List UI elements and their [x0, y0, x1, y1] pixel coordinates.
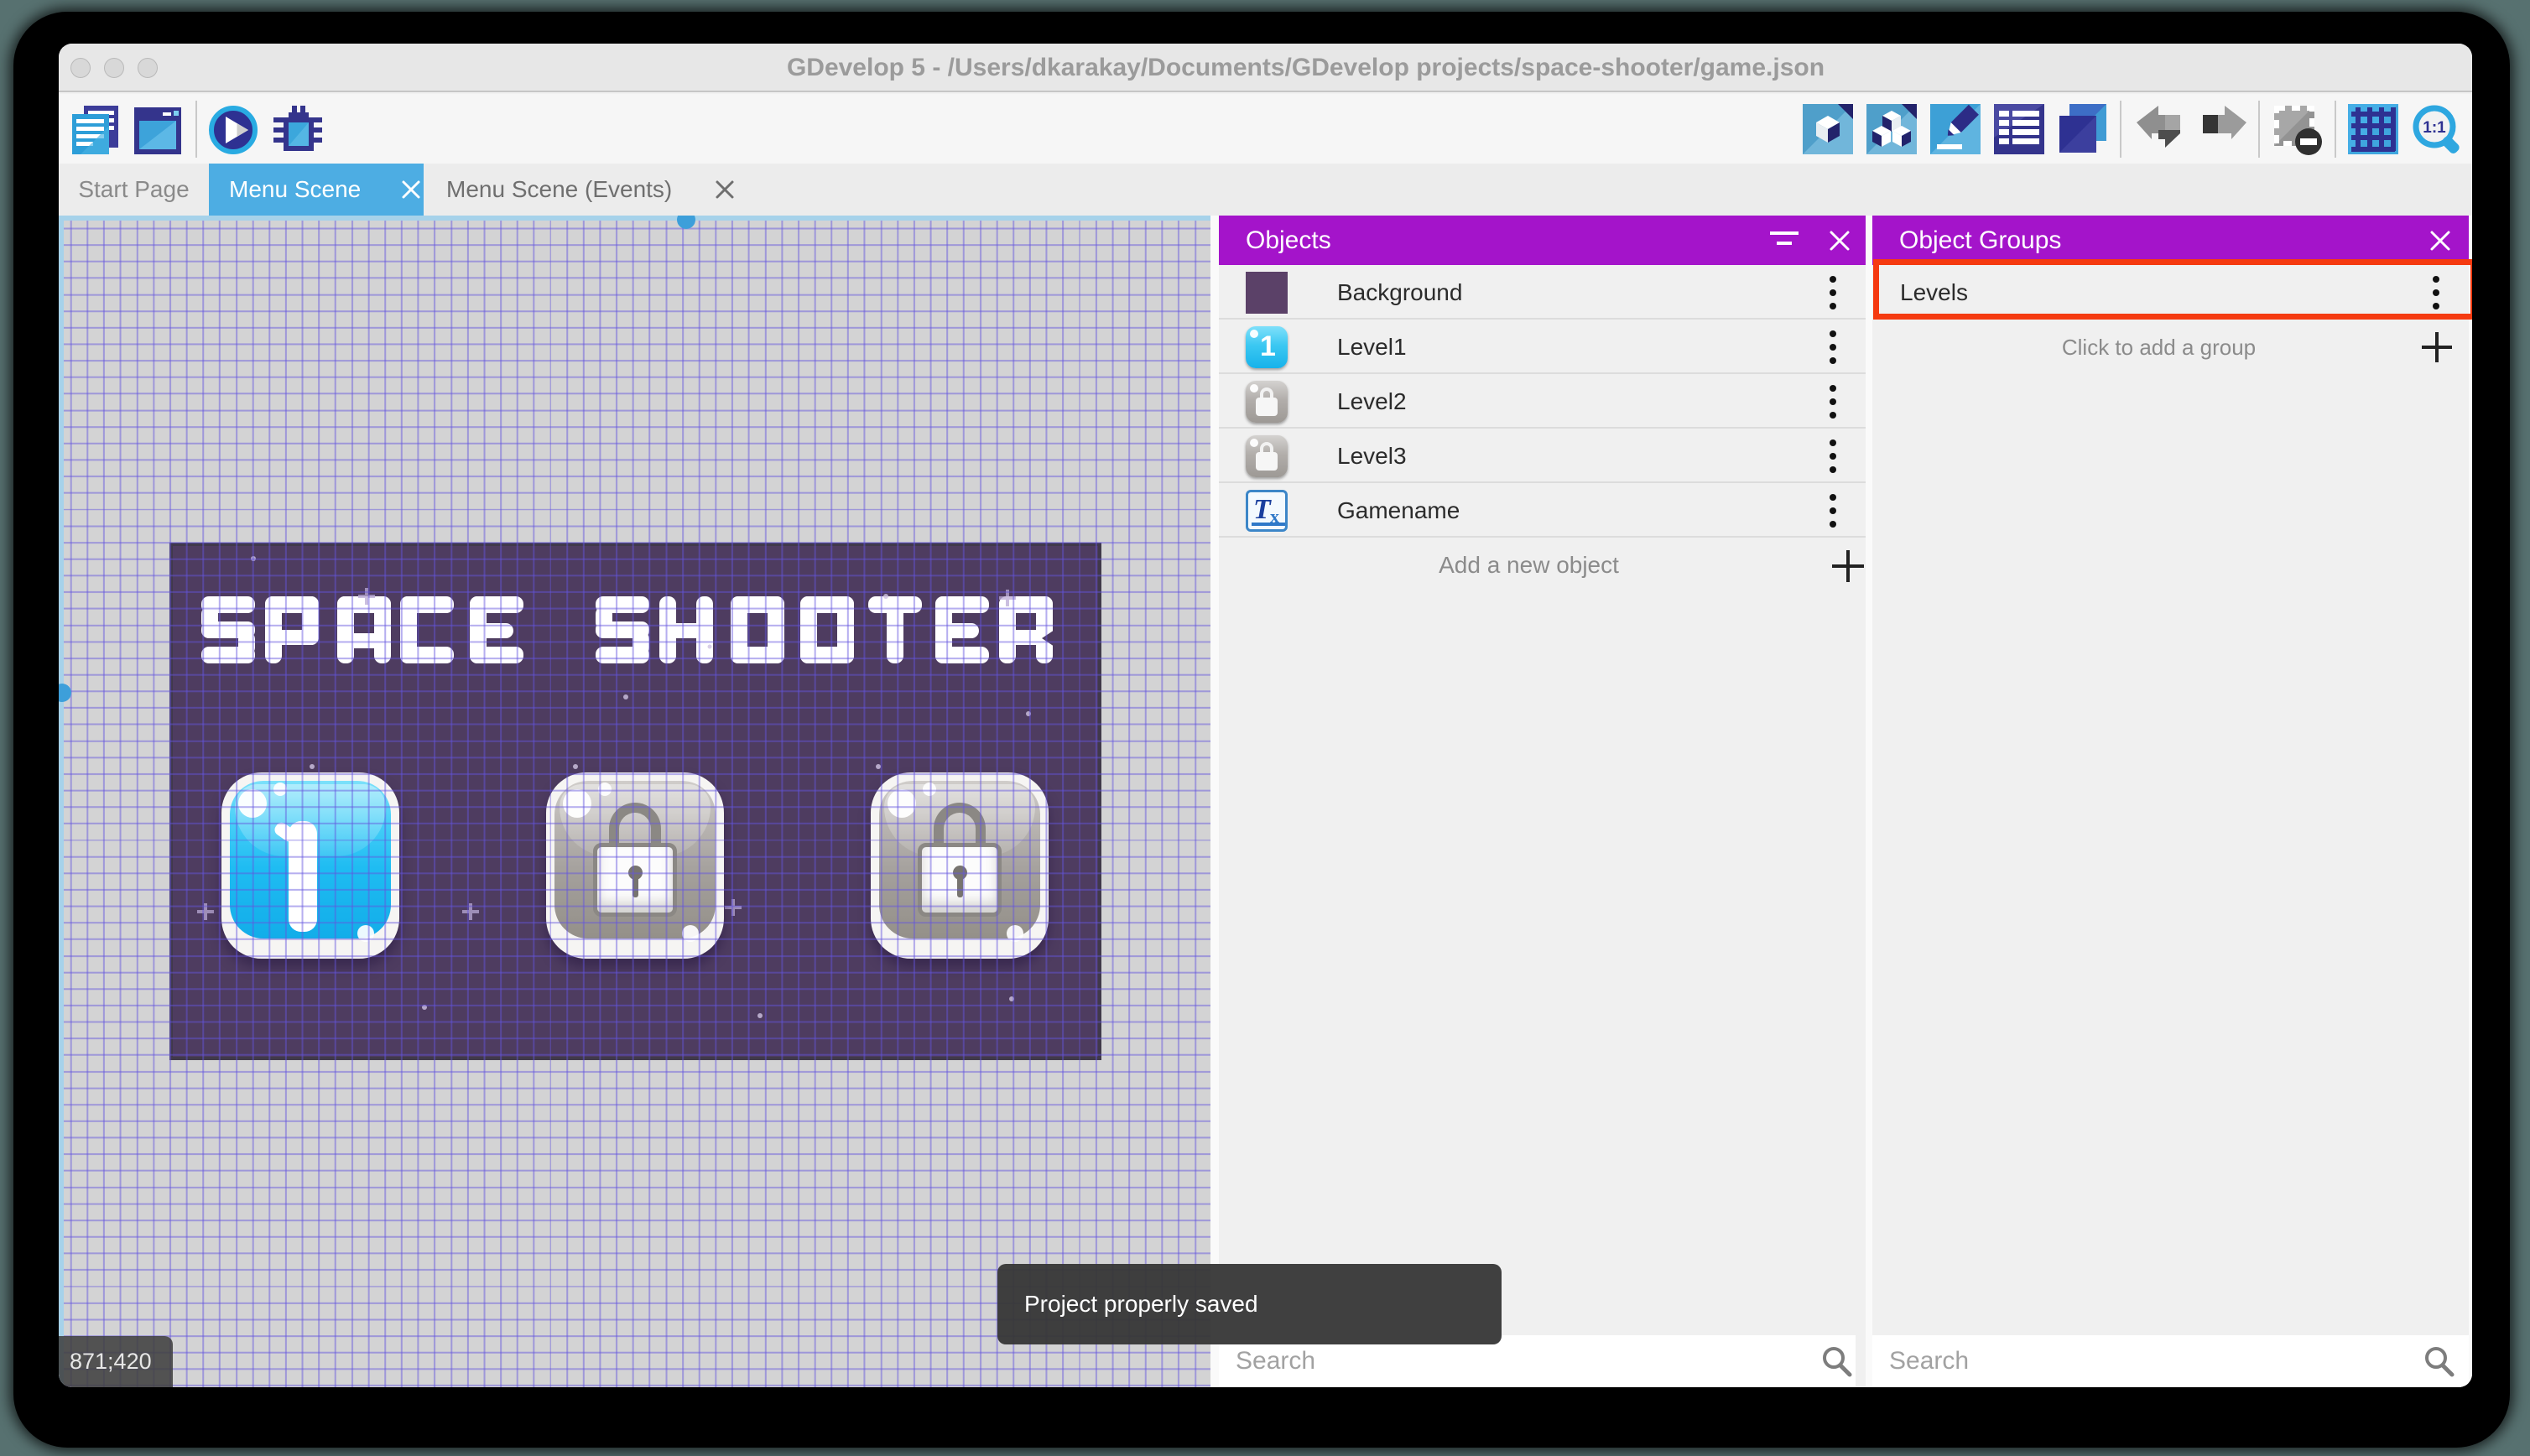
svg-text:1:1: 1:1	[2423, 119, 2446, 137]
